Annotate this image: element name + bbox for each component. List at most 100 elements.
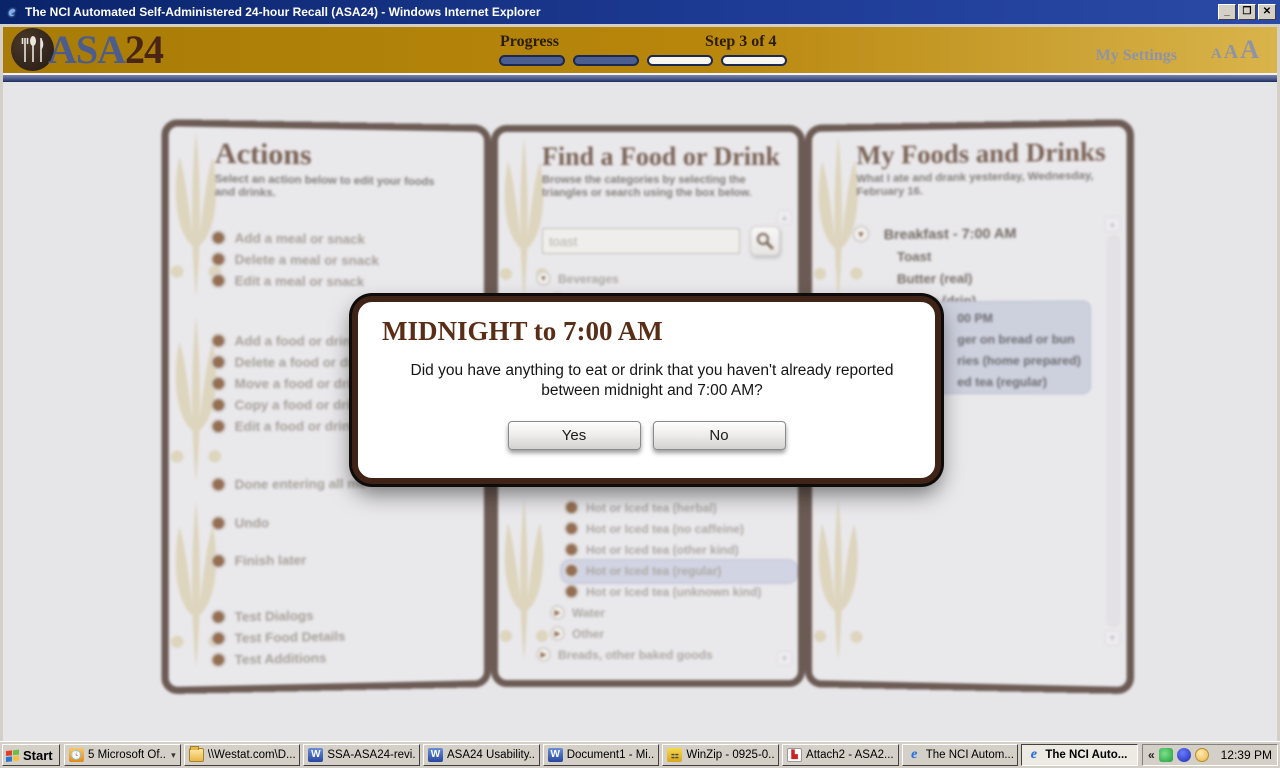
selected-meal-text: ed tea (regular) <box>957 374 1047 390</box>
food-search-input[interactable] <box>542 228 740 254</box>
action-item[interactable]: Edit a meal or snack <box>210 271 474 292</box>
tray-blue-icon[interactable] <box>1176 748 1191 762</box>
close-icon[interactable]: ✕ <box>1258 4 1276 20</box>
action-item[interactable]: Test Additions <box>210 645 474 669</box>
my-settings-link[interactable]: My Settings <box>1096 47 1177 65</box>
system-tray: « 12:39 PM <box>1142 744 1278 766</box>
food-item[interactable]: Toast <box>897 247 1116 264</box>
app-header: ASA24 Progress Step 3 of 4 My Settings A… <box>3 27 1277 73</box>
tree-toggle-icon[interactable] <box>564 500 579 515</box>
action-bullet-icon <box>210 418 227 435</box>
window-title: The NCI Automated Self-Administered 24-h… <box>25 5 541 19</box>
scroll-down-icon[interactable]: ▼ <box>777 651 792 666</box>
tray-reminder-icon[interactable] <box>1194 748 1209 762</box>
progress-segment <box>647 55 713 66</box>
app-icon <box>69 748 84 762</box>
meal-expand-icon[interactable]: ▼ <box>852 225 870 243</box>
magnifier-icon <box>756 232 774 250</box>
action-item[interactable]: Finish later <box>210 548 474 571</box>
action-bullet-icon <box>210 476 227 493</box>
progress-bar <box>499 55 787 66</box>
logo-wordmark: ASA24 <box>48 27 164 72</box>
action-item[interactable]: Add a meal or snack <box>210 228 474 250</box>
app-icon <box>428 748 444 762</box>
taskbar-button[interactable]: Document1 - Mi... <box>542 744 660 766</box>
food-item[interactable]: Butter (real) <box>897 270 1116 287</box>
find-food-title: Find a Food or Drink <box>542 142 780 171</box>
tree-toggle-icon[interactable] <box>536 647 551 662</box>
scroll-up-icon[interactable]: ▲ <box>777 210 792 225</box>
header-blue-bar <box>3 75 1277 82</box>
selected-meal-text: 00 PM <box>957 311 993 326</box>
action-item[interactable]: Undo <box>210 511 474 533</box>
app-icon <box>547 748 563 762</box>
dialog-title: MIDNIGHT to 7:00 AM <box>382 316 663 346</box>
minimize-icon[interactable]: _ <box>1218 4 1236 20</box>
taskbar-button[interactable]: ASA24 Usability... <box>423 744 540 766</box>
no-button[interactable]: No <box>652 421 786 450</box>
task-buttons: 5 Microsoft Of... \\Westat.com\D... SSA-… <box>64 744 1139 766</box>
tree-toggle-icon[interactable] <box>564 542 579 557</box>
action-bullet-icon <box>210 251 227 267</box>
action-bullet-icon <box>210 553 227 569</box>
tray-green-icon[interactable] <box>1158 748 1173 762</box>
scroll-up-icon[interactable]: ▲ <box>1104 216 1121 232</box>
tree-item[interactable]: Other <box>536 623 788 644</box>
tree-item[interactable]: Hot or Iced tea (herbal) <box>536 497 788 518</box>
taskbar-button[interactable]: The NCI Auto... <box>1021 744 1139 766</box>
app-icon <box>907 748 922 762</box>
action-item[interactable]: Test Dialogs <box>210 603 474 627</box>
taskbar-button[interactable]: SSA-ASA24-revi... <box>303 744 421 766</box>
taskbar-button[interactable]: Attach2 - ASA2... <box>782 744 899 766</box>
selected-meal-text: ger on bread or bun <box>957 332 1075 347</box>
tree-toggle-icon[interactable] <box>550 626 565 641</box>
tree-item[interactable]: Hot or Iced tea (unknown kind) <box>536 581 788 602</box>
ie-icon: e <box>8 3 16 20</box>
tree-toggle-icon[interactable] <box>536 271 551 286</box>
tree-item[interactable]: Beverages <box>536 268 788 289</box>
progress-segment <box>573 55 639 66</box>
app-icon <box>787 748 803 762</box>
scrollbar-track[interactable] <box>1106 234 1121 628</box>
taskbar-button[interactable]: \\Westat.com\D... <box>183 744 301 766</box>
tree-toggle-icon[interactable] <box>550 605 565 620</box>
tree-toggle-icon[interactable] <box>564 563 579 578</box>
taskbar-button[interactable]: 5 Microsoft Of... <box>64 744 181 766</box>
tree-toggle-icon[interactable] <box>564 521 579 536</box>
find-food-subtitle: Browse the categories by selecting the t… <box>542 174 752 199</box>
maximize-icon[interactable]: ❒ <box>1238 4 1256 20</box>
tree-item[interactable]: Water <box>536 602 788 623</box>
yes-button[interactable]: Yes <box>507 421 641 450</box>
taskbar-button[interactable]: The NCI Autom... <box>901 744 1019 766</box>
taskbar-button[interactable]: WinZip - 0925-0... <box>662 744 780 766</box>
search-button[interactable] <box>750 226 780 256</box>
windows-taskbar: Start 5 Microsoft Of... \\Westat.com\D..… <box>0 741 1280 768</box>
meal-row[interactable]: ▼ Breakfast - 7:00 AM <box>852 223 1116 243</box>
action-item[interactable]: Delete a meal or snack <box>210 249 474 270</box>
step-label: Step 3 of 4 <box>705 33 777 50</box>
tree-item[interactable]: Hot or Iced tea (no caffeine) <box>536 518 788 539</box>
tree-item[interactable]: Hot or Iced tea (other kind) <box>536 539 788 560</box>
scroll-down-icon[interactable]: ▼ <box>1104 630 1121 646</box>
app-icon <box>667 748 683 762</box>
text-size-button[interactable]: A <box>1240 35 1259 65</box>
meal-label: Breakfast - 7:00 AM <box>883 224 1017 242</box>
action-bullet-icon <box>210 375 227 392</box>
ie-window: e The NCI Automated Self-Administered 24… <box>0 0 1280 768</box>
app-icon <box>308 748 324 762</box>
tree-item[interactable]: Hot or Iced tea (regular) <box>536 559 798 584</box>
action-item[interactable]: Test Food Details <box>210 624 474 648</box>
actions-subtitle: Select an action below to edit your food… <box>214 173 435 200</box>
dialog-question: Did you have anything to eat or drink th… <box>410 362 894 399</box>
text-size-button[interactable]: A <box>1211 46 1222 63</box>
text-size-button[interactable]: A <box>1224 41 1238 64</box>
start-button[interactable]: Start <box>2 744 60 766</box>
tray-expand-icon[interactable]: « <box>1148 748 1155 762</box>
tree-item[interactable]: Breads, other baked goods <box>536 644 788 665</box>
action-bullet-icon <box>210 515 227 531</box>
tree-toggle-icon[interactable] <box>564 584 579 599</box>
action-bullet-icon <box>210 333 227 349</box>
action-bullet-icon <box>210 652 227 668</box>
window-titlebar[interactable]: e The NCI Automated Self-Administered 24… <box>0 0 1280 24</box>
clock: 12:39 PM <box>1220 748 1272 762</box>
